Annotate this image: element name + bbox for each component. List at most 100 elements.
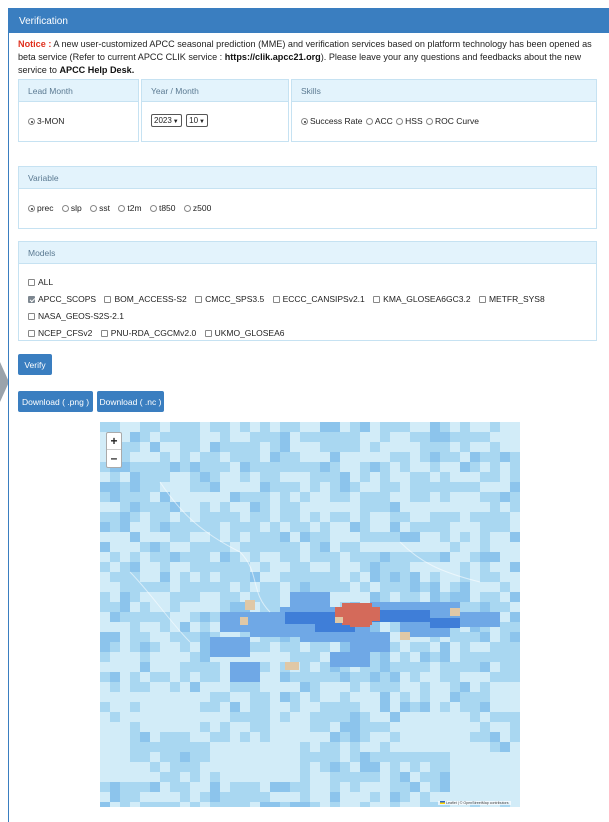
map-cell: [430, 782, 440, 792]
map-cell: [210, 432, 220, 442]
variable-option-slp[interactable]: slp: [61, 203, 82, 213]
model-option-kma[interactable]: KMA_GLOSEA6GC3.2: [373, 291, 471, 308]
model-option-cmcc[interactable]: CMCC_SPS3.5: [195, 291, 264, 308]
map-cell: [200, 732, 210, 742]
map-cell: [180, 472, 190, 482]
variable-option-t2m[interactable]: t2m: [118, 203, 142, 213]
map-cell: [130, 782, 140, 792]
map-cell: [260, 542, 270, 552]
map-cell: [480, 732, 490, 742]
model-option-ukmo[interactable]: UKMO_GLOSEA6: [204, 325, 285, 342]
map-cell: [410, 432, 420, 442]
download-nc-button[interactable]: Download ( .nc ): [97, 391, 164, 412]
map-cell: [280, 592, 290, 602]
model-option-apcc-scops[interactable]: APCC_SCOPS: [28, 291, 96, 308]
map-cell: [160, 552, 170, 562]
map-cell: [510, 532, 520, 542]
map-cell: [340, 422, 350, 432]
map-cell: [450, 692, 460, 702]
skill-option-hss[interactable]: HSS: [396, 116, 423, 126]
variable-option-t850[interactable]: t850: [149, 203, 176, 213]
map-cell: [220, 672, 230, 682]
map-cell: [200, 542, 210, 552]
map-cell: [490, 522, 500, 532]
map-cell: [170, 602, 180, 612]
month-select[interactable]: 10▼: [186, 114, 208, 127]
model-option-bom[interactable]: BOM_ACCESS-S2: [104, 291, 187, 308]
map-cell: [310, 802, 320, 807]
year-select[interactable]: 2023▼: [151, 114, 182, 127]
map-cell: [420, 512, 430, 522]
map-cell: [150, 582, 160, 592]
map-cell: [190, 642, 200, 652]
skill-low-cell: [400, 632, 410, 640]
variable-option-prec[interactable]: prec: [28, 203, 54, 213]
map-cell: [270, 502, 280, 512]
map-cell: [320, 582, 330, 592]
map-cell: [230, 442, 240, 452]
leaflet-link[interactable]: Leaflet: [446, 801, 457, 805]
map-cell: [150, 472, 160, 482]
download-png-button[interactable]: Download ( .png ): [18, 391, 93, 412]
skill-option-success-rate[interactable]: Success Rate: [301, 116, 362, 126]
verification-map[interactable]: [100, 422, 520, 807]
osm-link[interactable]: OpenStreetMap contributors: [463, 801, 508, 805]
map-cell: [490, 602, 500, 612]
zoom-in-button[interactable]: +: [107, 433, 121, 450]
map-cell: [400, 752, 410, 762]
variable-header: Variable: [19, 167, 596, 189]
map-cell: [140, 662, 150, 672]
map-cell: [400, 512, 410, 522]
map-cell: [280, 672, 290, 682]
map-cell: [360, 692, 370, 702]
map-cell: [500, 652, 510, 662]
zoom-out-button[interactable]: –: [107, 450, 121, 467]
variable-option-sst[interactable]: sst: [90, 203, 110, 213]
map-cell: [170, 492, 180, 502]
clik-link[interactable]: https://clik.apcc21.org: [225, 52, 321, 62]
model-option-eccc[interactable]: ECCC_CANSIPSv2.1: [272, 291, 365, 308]
map-cell: [150, 502, 160, 512]
model-option-ncep[interactable]: NCEP_CFSv2: [28, 325, 92, 342]
help-desk-link[interactable]: APCC Help Desk.: [59, 65, 134, 75]
map-cell: [510, 702, 520, 712]
map-cell: [430, 772, 440, 782]
variable-option-z500[interactable]: z500: [183, 203, 211, 213]
map-cell: [440, 662, 450, 672]
lead-month-radio[interactable]: [28, 118, 35, 125]
map-cell: [480, 492, 490, 502]
map-cell: [250, 442, 260, 452]
map-cell: [260, 732, 270, 742]
map-cell: [460, 652, 470, 662]
verify-button[interactable]: Verify: [18, 354, 52, 375]
map-cell: [140, 542, 150, 552]
map-cell: [360, 422, 370, 432]
map-cell: [170, 572, 180, 582]
map-cell: [170, 512, 180, 522]
map-cell: [430, 482, 440, 492]
map-cell: [330, 572, 340, 582]
model-option-pnu-rda[interactable]: PNU-RDA_CGCMv2.0: [100, 325, 196, 342]
map-cell: [120, 782, 130, 792]
model-option-all[interactable]: ALL: [28, 274, 53, 291]
map-cell: [220, 732, 230, 742]
map-cell: [220, 802, 230, 807]
map-cell: [370, 662, 380, 672]
map-cell: [190, 652, 200, 662]
map-cell: [490, 712, 500, 722]
map-cell: [400, 482, 410, 492]
map-cell: [390, 802, 400, 807]
map-cell: [200, 662, 210, 672]
map-cell: [320, 422, 330, 432]
map-cell: [480, 592, 490, 602]
model-option-nasa[interactable]: NASA_GEOS-S2S-2.1: [28, 308, 124, 325]
map-cell: [490, 462, 500, 472]
map-cell: [140, 502, 150, 512]
map-cell: [410, 422, 420, 432]
skill-option-roc-curve[interactable]: ROC Curve: [426, 116, 479, 126]
skill-option-acc[interactable]: ACC: [365, 116, 393, 126]
model-option-metfr[interactable]: METFR_SYS8: [478, 291, 545, 308]
map-cell: [130, 642, 140, 652]
map-cell: [320, 482, 330, 492]
map-cell: [430, 672, 440, 682]
